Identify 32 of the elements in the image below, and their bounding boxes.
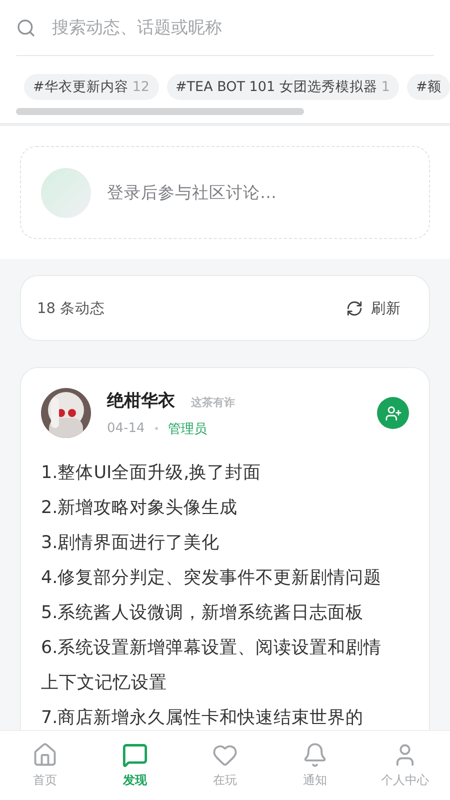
topic-tag[interactable]: #额 [406, 74, 450, 100]
user-title: 这茶有诈 [191, 394, 235, 410]
topic-tag[interactable]: #TEA BOT 101 女团选秀模拟器 1 [166, 74, 399, 100]
refresh-icon [346, 300, 363, 316]
post-text-line: 3.剧情界面进行了美化 [41, 532, 221, 555]
post-count: 18 条动态 [37, 300, 106, 318]
post-text-line: 2.新增攻略对象头像生成 [41, 497, 239, 520]
follow-button[interactable] [377, 397, 409, 429]
home-icon [32, 742, 58, 768]
post-text-line: 7.商店新增永久属性卡和快速结束世界的 [41, 707, 365, 730]
add-user-icon [384, 404, 402, 422]
compose-prompt[interactable]: 登录后参与社区讨论… [20, 146, 430, 239]
nav-tab[interactable]: 通知 [270, 731, 360, 800]
nav-tab[interactable]: 首页 [0, 731, 90, 800]
post-date: 04-14 [107, 421, 145, 436]
nav-tab[interactable]: 发现 [90, 731, 180, 800]
post-text-line: 5.系统酱人设微调，新增系统酱日志面板 [41, 602, 365, 625]
nav-tab[interactable]: 在玩 [180, 731, 270, 800]
topic-tag[interactable]: #华衣更新内容 12 [24, 74, 158, 100]
post-text-line: 6.系统设置新增弹幕设置、阅读设置和剧情上下文记忆设置 [41, 637, 383, 695]
search-field[interactable]: 搜索动态、话题或昵称 [50, 16, 434, 38]
author-name[interactable]: 绝柑华衣 [107, 388, 175, 412]
avatar-placeholder [41, 168, 91, 218]
search-icon [16, 18, 36, 38]
refresh-button[interactable]: 刷新 [334, 298, 413, 318]
scrollbar[interactable] [16, 108, 304, 115]
post-text-line: 1.整体UI全面升级,换了封面 [41, 462, 262, 485]
post-text-line: 4.修复部分判定、突发事件不更新剧情问题 [41, 567, 383, 590]
nav-tab[interactable]: 个人中心 [360, 731, 450, 800]
role-label: 管理员 [168, 420, 207, 438]
chat-bubble-icon [122, 742, 148, 768]
bell-icon [302, 742, 328, 768]
